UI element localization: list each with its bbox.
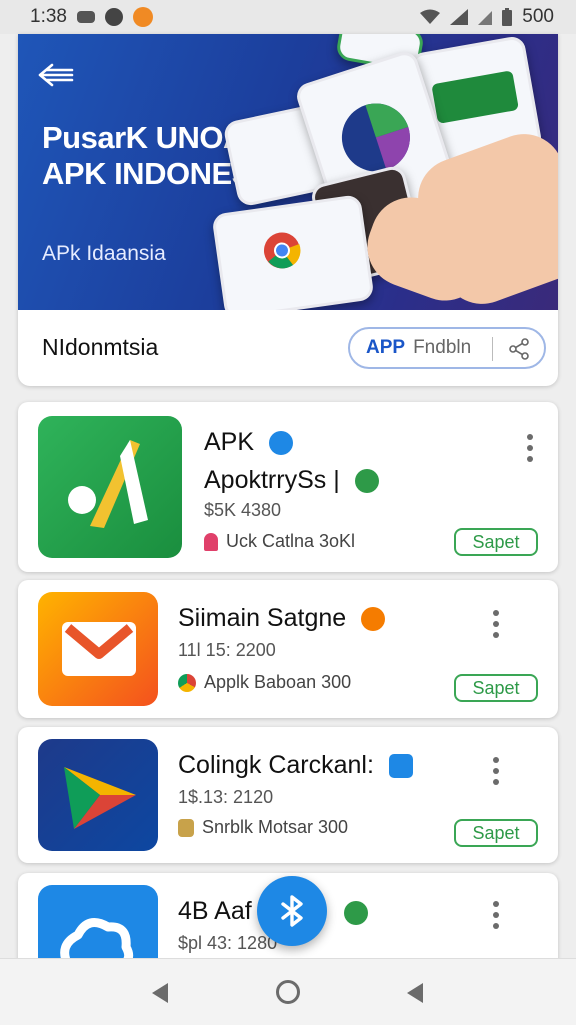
app-note: Uck Catlna 3oKl xyxy=(204,531,355,552)
bluetooth-icon xyxy=(281,895,303,927)
hero-card: PusarK UNOANI APK INDONESIA APk Idaansia xyxy=(18,34,558,386)
section-title: NIdonmtsia xyxy=(42,334,159,360)
share-icon[interactable] xyxy=(508,338,530,360)
install-button[interactable]: Sapet xyxy=(454,528,538,556)
status-bar: 1:38 500 xyxy=(0,0,576,34)
green-arrow-app-icon[interactable] xyxy=(38,416,182,558)
install-button[interactable]: Sapet xyxy=(454,674,538,702)
app-card[interactable]: Colingk Carckanl: 1$.13: 2120 Snrblk Mot… xyxy=(18,727,558,863)
signal-icon-2 xyxy=(478,11,493,25)
lock-icon xyxy=(178,818,194,837)
app-card[interactable]: APK ApoktrrySs | $5K 4380 Uck Catlna 3oK… xyxy=(18,402,558,572)
verified-icon xyxy=(361,607,386,632)
app-note: Applk Baboan 300 xyxy=(178,672,351,693)
more-options-icon[interactable] xyxy=(491,757,501,785)
green-check-icon xyxy=(354,469,379,494)
status-time: 1:38 xyxy=(30,6,67,27)
app-meta: $pl 43: 1280 xyxy=(178,933,278,953)
pill-text: Fndbln xyxy=(413,337,472,358)
recents-nav-icon[interactable] xyxy=(403,981,425,1005)
pill-divider xyxy=(492,337,493,361)
app-card[interactable]: Siimain Satgne 11l 15: 2200 Applk Baboan… xyxy=(18,580,558,718)
mail-app-icon[interactable] xyxy=(38,592,158,706)
app-meta: 11l 15: 2200 xyxy=(178,640,276,660)
app-name: Siimain Satgne xyxy=(178,604,386,633)
pill-tag: APP xyxy=(366,337,406,358)
app-filter-pill[interactable]: APP Fndbln xyxy=(348,327,546,369)
green-check-icon xyxy=(344,901,368,925)
chrome-icon xyxy=(263,232,301,269)
app-meta: $5K 4380 xyxy=(204,500,282,520)
chrome-small-icon xyxy=(178,673,196,692)
phone-illustration xyxy=(211,194,375,310)
wifi-icon xyxy=(420,9,441,24)
more-options-icon[interactable] xyxy=(491,610,501,638)
signal-icon xyxy=(450,9,469,25)
more-options-icon[interactable] xyxy=(525,434,535,462)
arrow-glyph-icon xyxy=(68,440,148,528)
envelope-icon xyxy=(62,622,136,676)
verified-icon xyxy=(268,431,293,456)
play-store-icon[interactable] xyxy=(38,739,158,851)
navigation-bar xyxy=(0,958,576,1025)
app-meta: 1$.13: 2120 xyxy=(178,787,274,807)
battery-level: 500 xyxy=(522,6,554,27)
app-subtitle: ApoktrrySs | xyxy=(204,466,379,495)
play-triangle-icon xyxy=(64,767,136,829)
ice-cream-icon xyxy=(204,532,218,551)
notification-icon xyxy=(76,11,95,23)
shield-icon xyxy=(104,8,123,26)
banner-subtitle: APk Idaansia xyxy=(42,242,166,265)
back-arrow-icon[interactable] xyxy=(36,60,76,90)
home-nav-icon[interactable] xyxy=(275,979,301,1005)
app-name: Colingk Carckanl: xyxy=(178,751,413,780)
verified-icon xyxy=(388,754,413,779)
battery-icon xyxy=(502,8,513,26)
install-button[interactable]: Sapet xyxy=(454,819,538,847)
app-name: 4B Aaf xyxy=(178,897,252,925)
app-notification-icon xyxy=(132,7,153,27)
more-options-icon[interactable] xyxy=(491,901,501,929)
app-note: Snrblk Motsar 300 xyxy=(178,817,348,838)
hero-banner: PusarK UNOANI APK INDONESIA APk Idaansia xyxy=(18,34,558,310)
app-name: APK xyxy=(204,428,293,457)
back-nav-icon[interactable] xyxy=(148,981,170,1005)
floating-action-button[interactable] xyxy=(257,876,327,946)
